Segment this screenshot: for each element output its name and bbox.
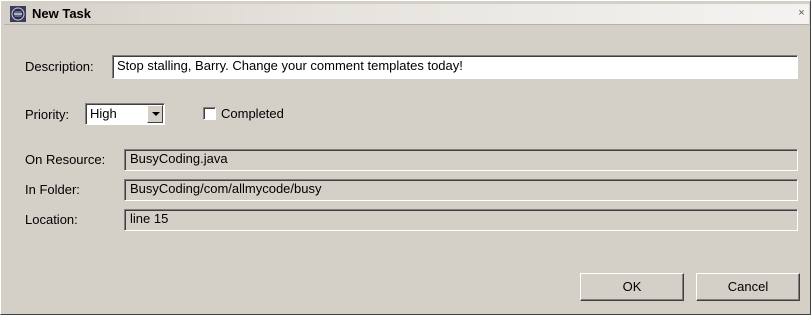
chevron-down-icon[interactable] <box>147 105 163 123</box>
completed-label: Completed <box>221 106 284 121</box>
priority-label: Priority: <box>25 107 70 122</box>
new-task-dialog: New Task × Description: Stop stalling, B… <box>0 0 811 315</box>
priority-select[interactable]: High <box>85 103 165 125</box>
resource-label: On Resource: <box>25 152 106 167</box>
location-label: Location: <box>25 212 78 227</box>
completed-checkbox[interactable] <box>203 107 216 120</box>
description-label: Description: <box>25 59 94 74</box>
location-field: line 15 <box>124 209 798 231</box>
folder-label: In Folder: <box>25 182 80 197</box>
eclipse-app-icon <box>10 6 26 22</box>
description-field[interactable]: Stop stalling, Barry. Change your commen… <box>112 55 798 79</box>
priority-selected-value: High <box>90 106 117 121</box>
ok-button[interactable]: OK <box>580 273 684 301</box>
close-icon[interactable]: × <box>796 7 807 20</box>
resource-field: BusyCoding.java <box>124 149 798 171</box>
dialog-title: New Task <box>32 6 92 21</box>
folder-field: BusyCoding/com/allmycode/busy <box>124 179 798 201</box>
title-bar[interactable]: New Task × <box>4 4 809 25</box>
cancel-button[interactable]: Cancel <box>696 273 800 301</box>
